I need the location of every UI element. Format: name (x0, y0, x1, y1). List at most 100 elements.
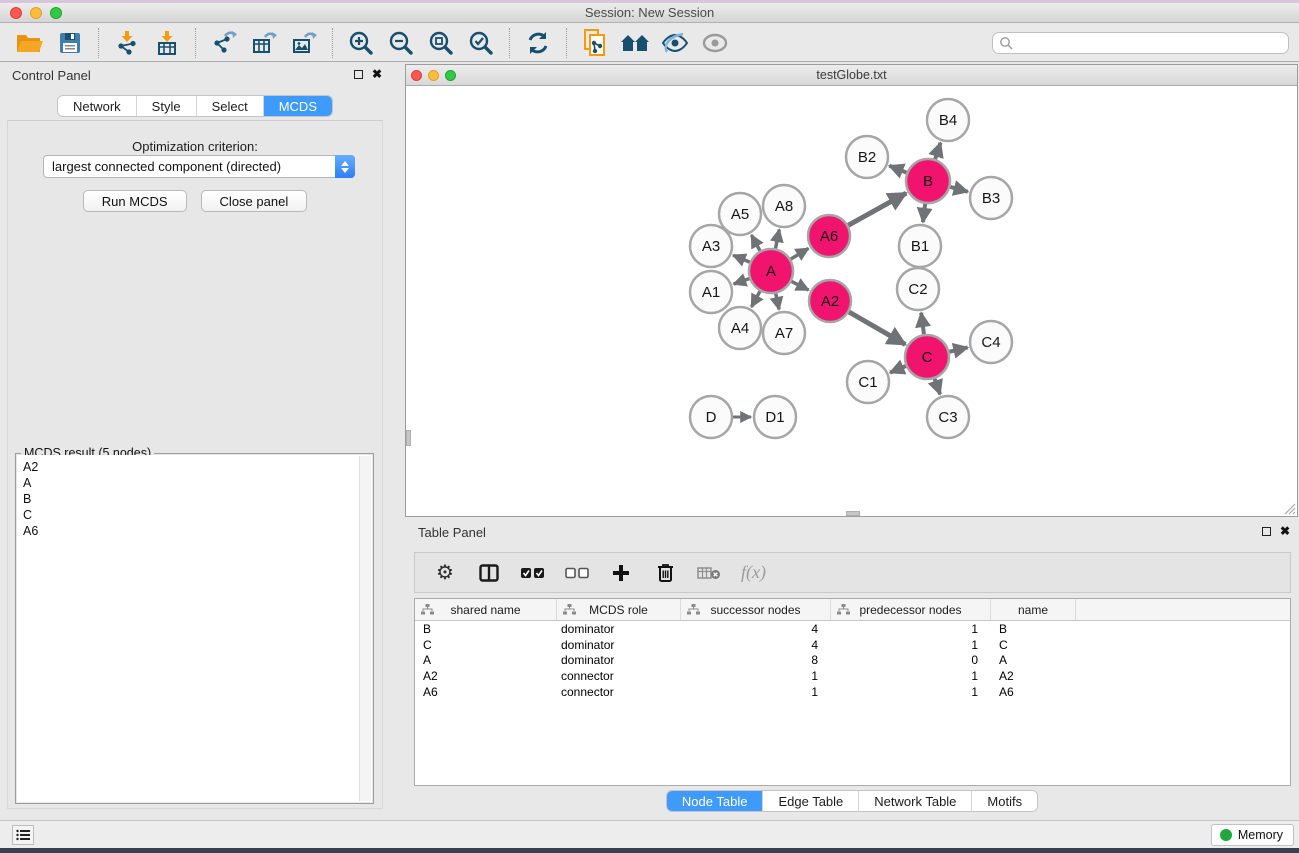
export-table-button[interactable] (244, 27, 284, 59)
column-header-name[interactable]: name (991, 599, 1076, 620)
network-zoom-button[interactable] (445, 70, 456, 81)
task-history-button[interactable] (12, 825, 34, 845)
import-network-button[interactable] (107, 27, 147, 59)
org-chart-icon (687, 604, 700, 615)
table-row[interactable]: A2 connector 1 1 A2 (415, 668, 1290, 684)
network-horizontal-scrollbar[interactable] (846, 511, 860, 516)
import-table-icon (154, 30, 180, 56)
zoom-out-button[interactable] (381, 27, 421, 59)
table-row[interactable]: A6 connector 1 1 A6 (415, 684, 1290, 700)
tab-mcds[interactable]: MCDS (264, 96, 332, 116)
open-session-button[interactable] (10, 27, 50, 59)
import-table-button[interactable] (147, 27, 187, 59)
unchecked-boxes-icon (565, 567, 589, 579)
delete-column-button[interactable] (653, 561, 677, 585)
graph-edge-A-A4[interactable] (751, 291, 760, 307)
save-session-button[interactable] (50, 27, 90, 59)
graph-edge-B-B2[interactable] (889, 166, 906, 173)
deselect-all-button[interactable] (565, 561, 589, 585)
toolbar-separator (195, 28, 196, 58)
mcds-result-list: A2 A B C A6 (17, 455, 372, 802)
close-panel-button[interactable]: Close panel (201, 190, 308, 212)
graph-edge-A-A5[interactable] (751, 235, 760, 251)
mcds-result-item[interactable]: A2 (23, 459, 372, 475)
graph-edge-B-B4[interactable] (935, 143, 940, 159)
graph-edge-A2-C[interactable] (849, 312, 905, 345)
refresh-button[interactable] (518, 27, 558, 59)
graph-edge-B-B1[interactable] (923, 204, 925, 222)
clone-network-button[interactable] (575, 27, 615, 59)
graph-edge-A-A6[interactable] (791, 248, 809, 259)
close-panel-icon[interactable]: ✖ (372, 68, 382, 80)
run-mcds-button[interactable]: Run MCDS (83, 190, 187, 212)
graph-node-label-A6: A6 (820, 228, 838, 245)
graph-edge-C-C4[interactable] (949, 347, 967, 351)
table-settings-button[interactable]: ⚙ (433, 561, 457, 585)
function-builder-button[interactable]: f(x) (741, 561, 766, 585)
home-button[interactable] (615, 27, 655, 59)
export-network-button[interactable] (204, 27, 244, 59)
close-window-button[interactable] (10, 7, 22, 19)
column-header-shared-name[interactable]: shared name (415, 599, 557, 620)
table-row[interactable]: B dominator 4 1 B (415, 621, 1290, 637)
graph-node-label-A3: A3 (702, 238, 720, 255)
resize-grip-icon[interactable] (1282, 501, 1296, 515)
close-table-panel-icon[interactable]: ✖ (1280, 525, 1290, 537)
column-header-predecessor-nodes[interactable]: predecessor nodes (831, 599, 991, 620)
tab-node-table[interactable]: Node Table (667, 791, 764, 811)
column-header-mcds-role[interactable]: MCDS role (557, 599, 681, 620)
column-header-successor-nodes[interactable]: successor nodes (681, 599, 831, 620)
graph-edge-C-C2[interactable] (921, 313, 924, 334)
graph-edge-A-A2[interactable] (792, 281, 809, 290)
optimization-criterion-select[interactable]: largest connected component (directed) (43, 155, 355, 178)
tab-network[interactable]: Network (58, 96, 137, 116)
mcds-result-item[interactable]: A6 (23, 523, 372, 539)
export-image-button[interactable] (284, 27, 324, 59)
table-row[interactable]: A dominator 8 0 A (415, 653, 1290, 669)
select-all-button[interactable] (521, 561, 545, 585)
memory-button[interactable]: Memory (1211, 824, 1294, 846)
mcds-result-scrollbar[interactable] (359, 456, 371, 801)
delete-table-button[interactable] (697, 561, 721, 585)
mcds-result-item[interactable]: C (23, 507, 372, 523)
graph-node-label-A4: A4 (731, 320, 749, 337)
network-canvas[interactable]: AA1A2A3A4A5A6A7A8BB1B2B3B4CC1C2C3C4DD1 (406, 87, 1297, 516)
minimize-window-button[interactable] (30, 7, 42, 19)
optimization-criterion-label: Optimization criterion: (8, 139, 382, 154)
graph-edge-A-A8[interactable] (776, 230, 780, 249)
graph-edge-A-A1[interactable] (734, 279, 750, 284)
graph-edge-A6-B[interactable] (848, 193, 906, 225)
search-input[interactable] (1013, 36, 1282, 50)
graph-edge-C-C3[interactable] (935, 379, 940, 395)
search-icon (999, 36, 1013, 50)
float-panel-icon[interactable] (354, 70, 363, 79)
network-graph[interactable]: AA1A2A3A4A5A6A7A8BB1B2B3B4CC1C2C3C4DD1 (406, 87, 1297, 517)
network-window-titlebar: testGlobe.txt (406, 65, 1297, 86)
mcds-result-item[interactable]: B (23, 491, 372, 507)
zoom-fit-button[interactable] (421, 27, 461, 59)
graph-edge-A-A3[interactable] (733, 255, 750, 262)
create-column-button[interactable] (609, 561, 633, 585)
mcds-result-item[interactable]: A (23, 475, 372, 491)
desktop-bottom-strip (0, 848, 1299, 853)
graph-edge-B-B3[interactable] (950, 187, 968, 192)
tab-network-table[interactable]: Network Table (859, 791, 972, 811)
zoom-selected-button[interactable] (461, 27, 501, 59)
float-table-panel-icon[interactable] (1262, 527, 1271, 536)
table-row[interactable]: C dominator 4 1 C (415, 637, 1290, 653)
show-hidden-button[interactable] (695, 27, 735, 59)
tab-select[interactable]: Select (197, 96, 264, 116)
toggle-visibility-button[interactable] (655, 27, 695, 59)
network-close-button[interactable] (411, 70, 422, 81)
tab-motifs[interactable]: Motifs (972, 791, 1037, 811)
zoom-window-button[interactable] (50, 7, 62, 19)
import-network-icon (114, 30, 140, 56)
tab-style[interactable]: Style (137, 96, 197, 116)
tab-edge-table[interactable]: Edge Table (763, 791, 859, 811)
graph-edge-C-C1[interactable] (890, 366, 906, 373)
network-vertical-scrollbar[interactable] (406, 430, 411, 446)
zoom-in-button[interactable] (341, 27, 381, 59)
graph-edge-A-A7[interactable] (776, 294, 779, 310)
network-minimize-button[interactable] (428, 70, 439, 81)
split-table-button[interactable] (477, 561, 501, 585)
